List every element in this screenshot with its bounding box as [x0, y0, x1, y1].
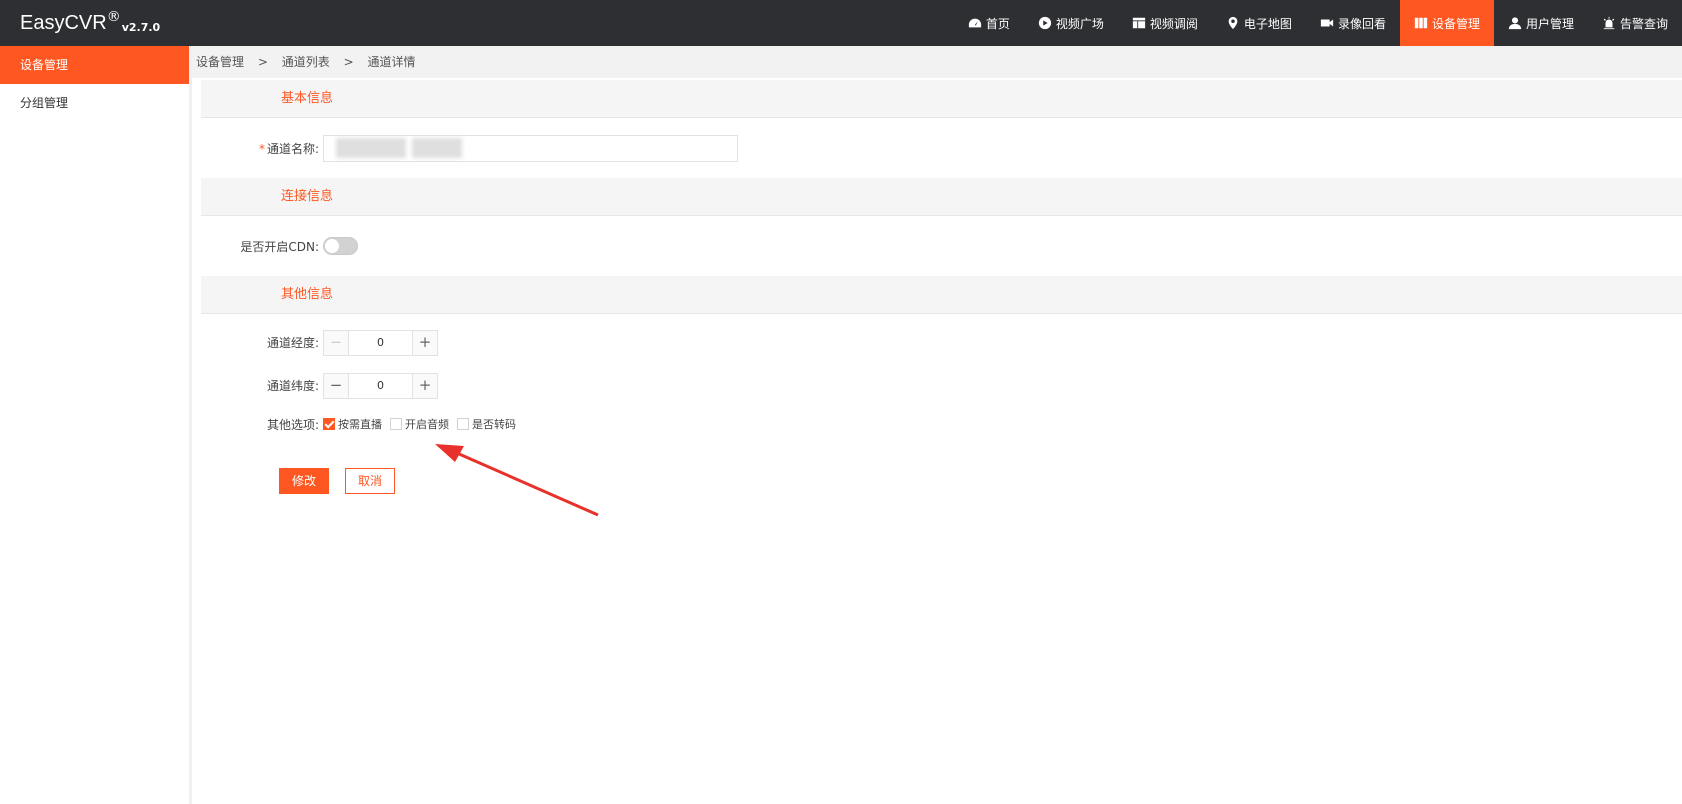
device-grid-icon — [1414, 17, 1428, 29]
latitude-label: 通道纬度: — [266, 379, 319, 393]
increment-button[interactable]: + — [412, 330, 437, 355]
nav-label: 视频广场 — [1055, 16, 1104, 31]
nav-label: 设备管理 — [1431, 16, 1480, 31]
longitude-stepper: − 0 + — [323, 329, 438, 356]
redacted-value — [336, 138, 406, 158]
required-mark: * — [258, 141, 265, 156]
channel-name-label-text: 通道名称: — [266, 141, 319, 156]
section-title-connect: 连接信息 — [201, 178, 1682, 216]
layout-icon — [1132, 17, 1146, 29]
toggle-knob — [325, 239, 339, 253]
brand-logo[interactable]: EasyCVR ® v2.7.0 — [20, 9, 160, 37]
cdn-row: 是否开启CDN: — [201, 216, 1682, 276]
main-nav: 首页 视频广场 视频调阅 电子地图 录像回看 设备管理 用户管理 告警查询 — [954, 0, 1682, 46]
latitude-input[interactable]: 0 — [349, 374, 412, 398]
nav-item-alarm-query[interactable]: 告警查询 — [1588, 0, 1682, 46]
submit-button[interactable]: 修改 — [279, 468, 330, 494]
breadcrumb-separator: > — [257, 55, 268, 69]
channel-name-label: * 通道名称: — [201, 140, 323, 157]
checkbox-label: 按需直播 — [338, 418, 382, 431]
checkbox-box — [457, 418, 469, 430]
other-options-row: 其他选项: 按需直播 开启音频 是否转码 — [201, 412, 1682, 436]
nav-item-user-management[interactable]: 用户管理 — [1494, 0, 1588, 46]
app-version: v2.7.0 — [121, 21, 161, 34]
channel-detail-form: 基本信息 * 通道名称: 连接信息 是否开启CDN: 其他信息 通道经度: − 0… — [201, 80, 1682, 494]
channel-name-row: * 通道名称: — [201, 118, 1682, 178]
checkbox-enable-audio[interactable]: 开启音频 — [390, 416, 449, 432]
longitude-row: 通道经度: − 0 + — [201, 328, 1682, 357]
nav-label: 录像回看 — [1337, 16, 1386, 31]
checkbox-label: 是否转码 — [472, 418, 516, 431]
section-title-basic: 基本信息 — [201, 80, 1682, 118]
nav-label: 首页 — [985, 16, 1010, 31]
section-title-other: 其他信息 — [201, 276, 1682, 314]
nav-item-video-review[interactable]: 视频调阅 — [1118, 0, 1212, 46]
checkbox-on-demand-live[interactable]: 按需直播 — [323, 416, 382, 432]
longitude-label: 通道经度: — [266, 336, 319, 350]
registered-mark: ® — [106, 9, 121, 25]
breadcrumb-channel-detail: 通道详情 — [367, 55, 416, 69]
longitude-input[interactable]: 0 — [349, 331, 412, 355]
checkbox-label: 开启音频 — [405, 418, 449, 431]
breadcrumb-separator: > — [343, 55, 354, 69]
alarm-icon — [1603, 16, 1615, 30]
form-actions: 修改 取消 — [201, 468, 1682, 494]
nav-item-device-management[interactable]: 设备管理 — [1399, 0, 1494, 46]
nav-label: 告警查询 — [1619, 16, 1668, 31]
cdn-toggle[interactable] — [323, 237, 358, 255]
nav-label: 视频调阅 — [1149, 16, 1198, 31]
nav-item-video-square[interactable]: 视频广场 — [1024, 0, 1118, 46]
checkbox-box — [323, 418, 335, 430]
checkbox-box — [390, 418, 402, 430]
nav-item-home[interactable]: 首页 — [954, 0, 1024, 46]
nav-item-e-map[interactable]: 电子地图 — [1212, 0, 1306, 46]
decrement-button[interactable]: − — [324, 330, 349, 355]
breadcrumb: 设备管理 > 通道列表 > 通道详情 — [192, 46, 1682, 78]
latitude-row: 通道纬度: − 0 + — [201, 371, 1682, 400]
user-icon — [1508, 17, 1522, 30]
checkbox-transcode[interactable]: 是否转码 — [457, 416, 516, 432]
video-camera-icon — [1320, 19, 1334, 27]
breadcrumb-channel-list[interactable]: 通道列表 — [282, 55, 330, 69]
sidebar-item-device-management[interactable]: 设备管理 — [0, 46, 189, 84]
redacted-value — [412, 138, 462, 158]
play-circle-icon — [1038, 16, 1052, 30]
cdn-label: 是否开启CDN: — [240, 239, 319, 254]
dashboard-icon — [968, 18, 981, 28]
other-options-label: 其他选项: — [266, 417, 319, 432]
increment-button[interactable]: + — [412, 373, 437, 398]
app-name: EasyCVR — [20, 12, 107, 34]
map-pin-icon — [1228, 16, 1238, 30]
nav-item-playback[interactable]: 录像回看 — [1306, 0, 1400, 46]
sidebar: 设备管理 分组管理 — [0, 46, 192, 804]
nav-label: 用户管理 — [1525, 16, 1574, 31]
breadcrumb-device-management[interactable]: 设备管理 — [196, 55, 244, 69]
decrement-button[interactable]: − — [324, 373, 349, 398]
channel-name-input[interactable] — [323, 134, 738, 162]
nav-label: 电子地图 — [1243, 16, 1292, 31]
sidebar-item-group-management[interactable]: 分组管理 — [0, 84, 189, 122]
cancel-button[interactable]: 取消 — [345, 468, 396, 494]
top-bar: EasyCVR ® v2.7.0 首页 视频广场 视频调阅 电子地图 录像回看 … — [0, 0, 1682, 46]
latitude-stepper: − 0 + — [323, 372, 438, 399]
